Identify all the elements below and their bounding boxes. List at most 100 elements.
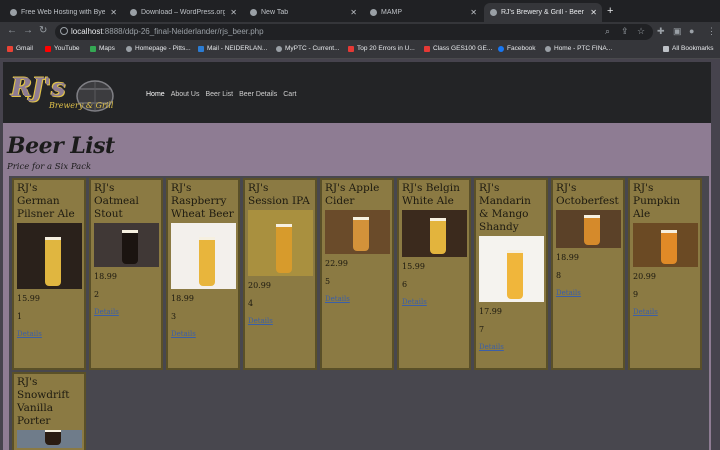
globe-icon — [545, 45, 551, 52]
nav-home[interactable]: Home — [146, 91, 165, 98]
nav-beer-details[interactable]: Beer Details — [239, 91, 277, 98]
info-icon[interactable] — [60, 27, 68, 35]
close-icon[interactable]: ✕ — [470, 8, 477, 17]
beer-quantity: 5 — [325, 277, 331, 286]
browser-toolbar: ← → ↻ localhost:8888/ddp-26_final-Neider… — [0, 22, 720, 42]
globe-icon — [276, 45, 282, 52]
beer-price: 20.99 — [248, 281, 271, 290]
details-link[interactable]: Details — [402, 298, 466, 306]
address-bar[interactable]: localhost:8888/ddp-26_final-Neiderlander… — [55, 24, 653, 40]
beer-price: 17.99 — [479, 307, 502, 316]
bookmark-maps[interactable]: Maps — [90, 45, 115, 52]
bookmark-label: Gmail — [16, 45, 33, 52]
beer-image — [479, 236, 544, 302]
tab-label: Download – WordPress.org — [141, 9, 226, 16]
page-subtitle: Price for a Six Pack — [7, 162, 92, 172]
beer-quantity: 6 — [402, 280, 408, 289]
facebook-icon — [498, 45, 504, 52]
favicon-icon — [490, 9, 497, 16]
details-link[interactable]: Details — [171, 330, 235, 338]
details-link[interactable]: Details — [479, 343, 543, 351]
extensions-icon[interactable]: ✚ — [657, 27, 666, 36]
nav-cart[interactable]: Cart — [283, 91, 296, 98]
details-link[interactable]: Details — [633, 308, 697, 316]
bookmark-label: Home - PTC FINA... — [554, 45, 613, 52]
bookmark-gmail[interactable]: Gmail — [7, 45, 33, 52]
menu-icon[interactable]: ⋮ — [707, 27, 716, 36]
details-link[interactable]: Details — [94, 308, 158, 316]
close-icon[interactable]: ✕ — [350, 8, 357, 17]
nav-about-us[interactable]: About Us — [171, 91, 200, 98]
close-icon[interactable]: ✕ — [110, 8, 117, 17]
new-tab-icon[interactable]: + — [607, 5, 613, 17]
beer-quantity: 3 — [171, 312, 177, 321]
site-nav: Home About Us Beer List Beer Details Car… — [146, 91, 296, 98]
bookmark-label: Homepage - Pitts... — [135, 45, 191, 52]
details-link[interactable]: Details — [248, 317, 312, 325]
beer-image — [325, 210, 390, 254]
forward-icon[interactable]: → — [23, 25, 33, 36]
beer-image — [17, 430, 82, 448]
beer-card: RJ's Octoberfest 18.99 8 Details — [551, 178, 625, 370]
url-path: :8888/ddp-26_final-Neiderlander/rjs_beer… — [102, 27, 264, 36]
beer-card: RJ's Pumpkin Ale 20.99 9 Details — [628, 178, 702, 370]
beer-quantity: 4 — [248, 299, 254, 308]
back-icon[interactable]: ← — [7, 25, 17, 36]
nav-beer-list[interactable]: Beer List — [205, 91, 233, 98]
beer-name: RJ's Snowdrift Vanilla Porter — [17, 376, 70, 427]
beer-card: RJ's Oatmeal Stout 18.99 2 Details — [89, 178, 163, 370]
share-icon[interactable]: ⇪ — [621, 27, 630, 36]
beer-quantity: 9 — [633, 290, 639, 299]
bookmark-myptc[interactable]: MyPTC - Current... — [276, 45, 340, 52]
tab-wordpress[interactable]: Download – WordPress.org ✕ — [124, 3, 242, 22]
beer-price: 18.99 — [94, 272, 117, 281]
beer-name: RJ's Belgin White Ale — [402, 182, 460, 207]
bookmark-homepage[interactable]: Homepage - Pitts... — [126, 45, 191, 52]
beer-name: RJ's Octoberfest — [556, 182, 619, 207]
beer-card: RJ's Snowdrift Vanilla Porter — [12, 372, 86, 450]
close-icon[interactable]: ✕ — [230, 8, 237, 17]
beer-image — [94, 223, 159, 267]
tab-mamp[interactable]: MAMP ✕ — [364, 3, 482, 22]
bookmark-youtube[interactable]: YouTube — [45, 45, 80, 52]
details-link[interactable]: Details — [17, 330, 81, 338]
beer-card: RJ's German Pilsner Ale 15.99 1 Details — [12, 178, 86, 370]
tab-label: New Tab — [261, 9, 289, 16]
sidebar-icon[interactable]: ▣ — [673, 27, 682, 36]
bookmark-facebook[interactable]: Facebook — [498, 45, 536, 52]
beer-name: RJ's Pumpkin Ale — [633, 182, 680, 220]
beer-glass-icon — [507, 250, 523, 299]
bookmarks-bar: Gmail YouTube Maps Homepage - Pitts... M… — [0, 42, 720, 59]
main-section: Beer List Price for a Six Pack RJ's Germ… — [3, 123, 711, 450]
star-icon[interactable]: ☆ — [637, 27, 646, 36]
outlook-icon — [198, 45, 204, 52]
tab-beer-list[interactable]: RJ's Brewery & Grill - Beer Li ✕ — [484, 3, 602, 22]
tab-byet[interactable]: Free Web Hosting with Byet H ✕ — [4, 3, 122, 22]
all-bookmarks[interactable]: All Bookmarks — [663, 45, 714, 52]
close-icon[interactable]: ✕ — [590, 8, 597, 17]
beer-glass-icon — [122, 230, 138, 264]
beer-image — [17, 223, 82, 289]
tab-new-tab[interactable]: New Tab ✕ — [244, 3, 362, 22]
logo-subtext: Brewery & Grill — [49, 101, 114, 110]
bookmark-class[interactable]: Class GES100 GE... — [424, 45, 492, 52]
beer-quantity: 2 — [94, 290, 100, 299]
site-logo[interactable]: RJ's Brewery & Grill — [9, 69, 117, 117]
bookmark-icon — [424, 45, 430, 52]
details-link[interactable]: Details — [325, 295, 389, 303]
beer-glass-icon — [199, 237, 215, 286]
bookmark-ptc-home[interactable]: Home - PTC FINA... — [545, 45, 612, 52]
page-title: Beer List — [7, 133, 115, 159]
beer-price: 15.99 — [402, 262, 425, 271]
beer-price: 22.99 — [325, 259, 348, 268]
details-link[interactable]: Details — [556, 289, 620, 297]
zoom-icon[interactable]: ⌕ — [605, 27, 614, 36]
reload-icon[interactable]: ↻ — [39, 25, 47, 36]
globe-icon — [126, 45, 132, 52]
beer-name: RJ's Mandarin & Mango Shandy — [479, 182, 531, 233]
profile-icon[interactable]: ● — [689, 27, 698, 36]
bookmark-mail[interactable]: Mail - NEIDERLAN... — [198, 45, 267, 52]
bookmark-label: Class GES100 GE... — [433, 45, 493, 52]
all-bookmarks-label: All Bookmarks — [672, 45, 714, 52]
bookmark-top20[interactable]: Top 20 Errors in U... — [348, 45, 415, 52]
